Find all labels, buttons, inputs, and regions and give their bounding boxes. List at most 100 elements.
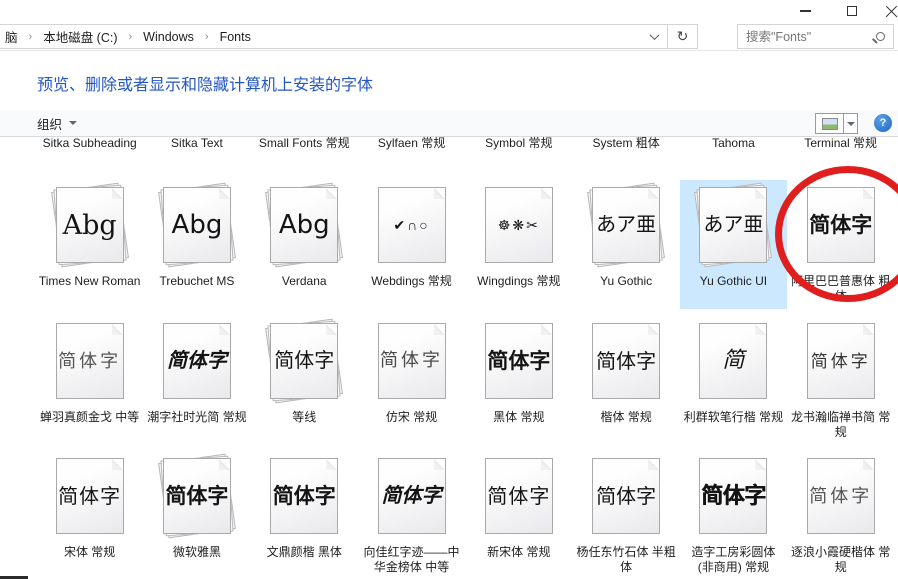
font-item[interactable]: Terminal 常规: [787, 137, 894, 156]
font-item[interactable]: 简体字阿里巴巴普惠体 粗体: [787, 180, 894, 309]
font-item[interactable]: Tahoma: [680, 137, 787, 156]
font-item[interactable]: 简利群软笔行楷 常规: [680, 316, 787, 445]
page-fold-icon: [325, 187, 338, 200]
page-fold-icon: [754, 323, 767, 336]
font-page-stack: ✔∩○: [378, 187, 446, 263]
font-item-label: 向佳红字迹——中华金榜体 中等: [361, 545, 463, 575]
font-page-icon: Abg: [270, 187, 338, 263]
breadcrumb-item-computer[interactable]: 脑: [3, 24, 20, 49]
breadcrumb-separator-icon: ›: [20, 31, 42, 43]
views-dropdown[interactable]: [843, 114, 857, 133]
font-page-stack: 简体字: [378, 323, 446, 399]
font-item[interactable]: Abg Trebuchet MS: [143, 180, 250, 309]
font-item[interactable]: AbgTimes New Roman: [36, 180, 143, 309]
font-page-icon: 简体字: [807, 187, 875, 263]
font-item[interactable]: ✔∩○Webdings 常规: [358, 180, 465, 309]
font-page-stack: Abg: [56, 187, 124, 263]
address-bar[interactable]: 脑 › 本地磁盘 (C:) › Windows › Fonts ↻: [0, 24, 698, 49]
font-item[interactable]: 简体字逐浪小霞硬楷体 常规: [787, 451, 894, 579]
font-item[interactable]: Abg Verdana: [251, 180, 358, 309]
font-page-stack: ☸❋✂: [485, 187, 553, 263]
font-item[interactable]: 简体字微软雅黑: [143, 451, 250, 579]
font-item-label: 楷体 常规: [600, 410, 651, 425]
font-item[interactable]: 简体字造字工房彩圆体 (非商用) 常规: [680, 451, 787, 579]
font-item-label: Sylfaen 常规: [378, 137, 445, 151]
maximize-button[interactable]: [839, 0, 865, 22]
font-item[interactable]: 简体字仿宋 常规: [358, 316, 465, 445]
font-item[interactable]: Sitka Subheading: [36, 137, 143, 156]
help-button[interactable]: ?: [874, 114, 892, 132]
minimize-icon: [800, 10, 811, 12]
font-page-stack: 简体字: [699, 458, 767, 534]
font-item-label: System 粗体: [592, 137, 659, 151]
font-file-icon: 简体字: [682, 454, 785, 538]
font-page-icon: 简: [699, 323, 767, 399]
breadcrumb-item-fonts[interactable]: Fonts: [218, 27, 253, 47]
font-file-icon: ☸❋✂: [467, 183, 570, 267]
breadcrumb-item-local-disk[interactable]: 本地磁盘 (C:): [41, 24, 119, 49]
breadcrumb-item-windows[interactable]: Windows: [141, 27, 196, 47]
font-item[interactable]: あア亜Yu Gothic UI: [680, 180, 787, 309]
font-item[interactable]: 简体字等线: [251, 316, 358, 445]
font-item[interactable]: 简体字潮字社时光简 常规: [143, 316, 250, 445]
font-item[interactable]: 简体字黑体 常规: [465, 316, 572, 445]
address-dropdown-button[interactable]: [641, 25, 667, 48]
search-input[interactable]: [746, 30, 870, 44]
font-item-label: 利群软笔行楷 常规: [684, 410, 783, 425]
font-item[interactable]: Sylfaen 常规: [358, 137, 465, 156]
font-page-stack: 简体字: [163, 323, 231, 399]
page-fold-icon: [647, 187, 660, 200]
font-preview-glyph: 简体字: [382, 486, 442, 506]
font-item[interactable]: 简体字宋体 常规: [36, 451, 143, 579]
font-item[interactable]: 简体字龙书瀚临禅书简 常规: [787, 316, 894, 445]
font-page-icon: Abg: [163, 187, 231, 263]
font-preview-glyph: 简体字: [58, 352, 121, 370]
font-item-label: Terminal 常规: [804, 137, 877, 151]
font-preview-glyph: 简体字: [380, 352, 443, 370]
font-preview-glyph: あア亜: [596, 215, 656, 235]
font-preview-glyph: 简体字: [701, 485, 766, 507]
font-page-icon: ☸❋✂: [485, 187, 553, 263]
font-item-label: 杨任东竹石体 半粗体: [575, 545, 677, 575]
font-grid: Sitka Subheading Sitka TextSmall Fonts 常规…: [0, 137, 898, 579]
font-page-icon: 简体字: [592, 323, 660, 399]
font-page-icon: 简体字: [807, 323, 875, 399]
font-item[interactable]: 简体字向佳红字迹——中华金榜体 中等: [358, 451, 465, 579]
font-item-label: Sitka Subheading: [43, 137, 137, 151]
dropdown-caret-icon: [69, 121, 77, 125]
font-item[interactable]: 简体字文鼎颜楷 黑体: [251, 451, 358, 579]
font-item[interactable]: 简体字楷体 常规: [572, 316, 679, 445]
font-item[interactable]: 简体字新宋体 常规: [465, 451, 572, 579]
font-page-stack: 简体字: [56, 323, 124, 399]
font-file-icon: 简体字: [574, 454, 677, 538]
font-page-icon: 简体字: [807, 458, 875, 534]
font-item-label: Trebuchet MS: [159, 274, 234, 289]
font-item[interactable]: Small Fonts 常规: [251, 137, 358, 156]
minimize-button[interactable]: [792, 0, 818, 22]
organize-button[interactable]: 组织: [37, 110, 77, 136]
refresh-button[interactable]: ↻: [667, 25, 697, 48]
font-item-label: 文鼎颜楷 黑体: [267, 545, 342, 560]
font-file-icon: 简体字: [467, 319, 570, 403]
close-icon: [885, 5, 898, 18]
font-item-label: Verdana: [282, 274, 327, 289]
font-file-icon: 简体字: [574, 319, 677, 403]
font-item[interactable]: ☸❋✂Wingdings 常规: [465, 180, 572, 309]
views-thumbnail-icon: [822, 118, 838, 130]
views-button[interactable]: [815, 113, 858, 134]
font-item[interactable]: あア亜Yu Gothic: [572, 180, 679, 309]
font-item[interactable]: System 粗体: [572, 137, 679, 156]
font-item-label: Yu Gothic UI: [700, 274, 767, 289]
font-item[interactable]: Symbol 常规: [465, 137, 572, 156]
font-item-label: Symbol 常规: [485, 137, 552, 151]
font-preview-glyph: 简体字: [165, 486, 228, 507]
page-fold-icon: [433, 187, 446, 200]
close-button[interactable]: [878, 0, 898, 22]
fonts-tasks-link[interactable]: 预览、删除或者显示和隐藏计算机上安装的字体: [37, 71, 373, 95]
font-item[interactable]: Sitka Text: [143, 137, 250, 156]
font-item[interactable]: 简体字杨任东竹石体 半粗体: [572, 451, 679, 579]
font-page-icon: 简体字: [699, 458, 767, 534]
font-grid-row: 简体字宋体 常规简体字微软雅黑简体字文鼎颜楷 黑体简体字向佳红字迹——中华金榜体…: [36, 451, 894, 579]
views-current[interactable]: [816, 114, 843, 133]
font-item[interactable]: 简体字蝉羽真颜金戈 中等: [36, 316, 143, 445]
